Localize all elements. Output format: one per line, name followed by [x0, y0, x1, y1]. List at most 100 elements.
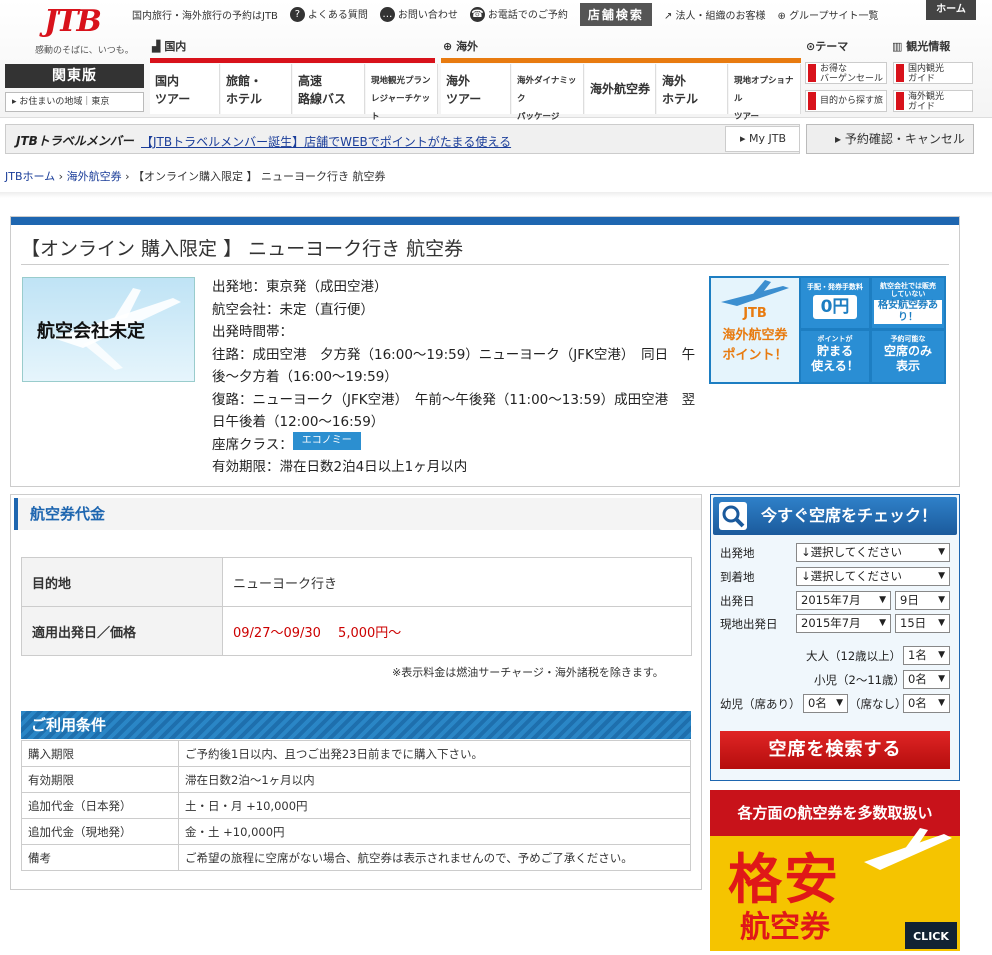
cond-label: 追加代金（現地発）: [21, 818, 179, 845]
nav-domestic-tour[interactable]: 国内 ツアー: [150, 64, 220, 114]
cond-value: ご予約後1日以内、且つご出発23日前までに購入下さい。: [178, 740, 691, 767]
banner-sub-text: 航空券: [740, 910, 830, 945]
shop-search-button[interactable]: 店舗検索: [579, 2, 652, 26]
from-select[interactable]: ↓選択してください: [796, 543, 950, 562]
infant-label: 幼児（席あり）: [720, 697, 801, 711]
infant-noseat-select[interactable]: 0名: [903, 694, 950, 713]
contact-link[interactable]: … お問い合わせ: [379, 6, 458, 23]
chevron-circle-icon: ⊙: [806, 40, 816, 53]
price-heading: 航空券代金: [14, 498, 701, 530]
domestic-bar: [150, 58, 435, 63]
dest-value: ニューヨーク行き: [222, 557, 692, 607]
theme-header[interactable]: ⊙テーマ: [806, 38, 848, 58]
logo-tagline: 感動のそばに、いつも。: [35, 46, 134, 56]
home-button[interactable]: ホーム: [926, 0, 976, 20]
question-icon: ?: [289, 7, 305, 23]
date-label: 適用出発日／価格: [21, 606, 223, 656]
jtb-logo[interactable]: JTB: [44, 4, 104, 42]
cond-value: 滞在日数2泊～1ヶ月以内: [178, 766, 691, 793]
time-label: 出発時間帯：: [212, 324, 293, 340]
nav-dynamic-package[interactable]: 海外ダイナミック パッケージ: [512, 64, 584, 122]
nav-domestic-guide[interactable]: 国内観光 ガイド: [893, 62, 973, 84]
breadcrumb-home[interactable]: JTBホーム: [5, 170, 55, 183]
search-icon: [719, 502, 747, 530]
table-row: 購入期限 ご予約後1日以内、且つご出発23日前までに購入下さい。: [21, 740, 691, 767]
myjtb-button[interactable]: ▸ My JTB: [725, 126, 800, 152]
destination-table: 目的地 ニューヨーク行き 適用出発日／価格 09/27～09/30 5,000円～: [21, 557, 692, 656]
seat-cell: 予約可能な 空席のみ 表示: [872, 331, 944, 382]
child-label: 小児（2～11歳）: [814, 673, 905, 687]
breadcrumb: JTBホーム › 海外航空券 › 【オンライン購入限定 】 ニューヨーク行き 航…: [5, 170, 386, 183]
table-row: 追加代金（現地発） 金・土 +10,000円: [21, 818, 691, 845]
member-bar: JTBトラベルメンバー 【JTBトラベルメンバー誕生】店舗でWEBでポイントがた…: [5, 124, 800, 154]
nav-int-tour[interactable]: 海外 ツアー: [441, 64, 511, 114]
speech-bubble-icon: …: [379, 7, 395, 23]
cond-value: 金・土 +10,000円: [178, 818, 691, 845]
table-row: 適用出発日／価格 09/27～09/30 5,000円～: [21, 606, 692, 656]
child-select[interactable]: 0名: [903, 670, 950, 689]
faq-link[interactable]: ? よくある質問: [289, 6, 368, 23]
cond-value: 土・日・月 +10,000円: [178, 792, 691, 819]
nav-int-hotel[interactable]: 海外 ホテル: [657, 64, 728, 114]
local-month-select[interactable]: 2015年7月: [796, 614, 891, 633]
date-day-select[interactable]: 9日: [895, 591, 950, 610]
nav-purpose[interactable]: 目的から探す旅: [805, 90, 887, 112]
breadcrumb-air[interactable]: 海外航空券: [67, 170, 122, 183]
divider: [0, 192, 992, 198]
title-divider: [21, 264, 949, 265]
points-title1: JTB: [743, 306, 767, 321]
adult-label: 大人（12歳以上）: [806, 649, 902, 663]
nav-leisure-ticket[interactable]: 現地観光プラン レジャーチケット: [366, 64, 438, 122]
sightseeing-header: ▥ 観光情報: [892, 40, 951, 53]
corporate-link[interactable]: ↗ 法人・組織のお客様: [664, 7, 766, 22]
table-row: 備考 ご希望の旅程に空席がない場合、航空券は表示されませんので、予めご了承ください…: [21, 844, 691, 871]
seat-class-badge: エコノミー: [292, 431, 361, 450]
click-button[interactable]: CLICK: [905, 922, 957, 949]
date-label: 出発日: [720, 594, 755, 608]
nav-int-guide[interactable]: 海外観光 ガイド: [893, 90, 973, 112]
nav-optional-tour[interactable]: 現地オプショナル ツアー: [729, 64, 801, 122]
to-select[interactable]: ↓選択してください: [796, 567, 950, 586]
airline-undecided-label: 航空会社未定: [37, 321, 145, 342]
airline-info: 航空会社：未定（直行便）: [212, 301, 374, 318]
search-heading: 今すぐ空席をチェック！: [713, 497, 957, 535]
departure-info: 出発地：東京発（成田空港）: [212, 279, 388, 295]
region-label: 関東版: [5, 64, 144, 88]
page-title: 【オンライン 購入限定 】 ニューヨーク行き 航空券: [21, 238, 464, 260]
points-title2: 海外航空券 ポイント！: [722, 328, 788, 363]
date-month-select[interactable]: 2015年7月: [796, 591, 891, 610]
fee-cell: 手配・発券手数料 0円: [801, 278, 869, 328]
cond-label: 備考: [21, 844, 179, 871]
from-label: 出発地: [720, 546, 755, 560]
reservation-button[interactable]: ▸ 予約確認・キャンセル: [806, 124, 974, 154]
points-cell: ポイントが 貯まる 使える！: [801, 331, 869, 382]
nav-domestic-hotel[interactable]: 旅館・ ホテル: [221, 64, 292, 114]
adult-select[interactable]: 1名: [903, 646, 950, 665]
member-link[interactable]: 【JTBトラベルメンバー誕生】店舗でWEBでポイントがたまる使える: [141, 133, 511, 150]
table-row: 目的地 ニューヨーク行き: [21, 557, 692, 607]
cond-label: 有効期限: [21, 766, 179, 793]
infant-seat-select[interactable]: 0名: [803, 694, 848, 713]
table-row: 有効期限 滞在日数2泊～1ヶ月以内: [21, 766, 691, 793]
cheap-cell: 航空会社では販売していない 格安航空券あり！: [872, 278, 944, 328]
site-tagline: 国内旅行・海外旅行の予約はJTB: [132, 10, 278, 22]
price-note: ※表示料金は燃油サーチャージ・海外諸税を除きます。: [392, 666, 664, 679]
cond-value: ご希望の旅程に空席がない場合、航空券は表示されませんので、予めご了承ください。: [178, 844, 691, 871]
domestic-header: ▟ 国内: [152, 40, 187, 53]
nav-bus[interactable]: 高速 路線バス: [293, 64, 365, 114]
search-button[interactable]: 空席を検索する: [720, 731, 950, 769]
region-selector[interactable]: ▸ お住まいの地域｜東京: [5, 92, 144, 112]
to-label: 到着地: [720, 570, 755, 584]
seat-class-row: 座席クラス： エコノミー: [212, 431, 698, 457]
local-day-select[interactable]: 15日: [895, 614, 950, 633]
flight-details: 出発地：東京発（成田空港） 航空会社：未定（直行便） 出発時間帯： 往路：成田空…: [212, 276, 698, 479]
nav-bargain[interactable]: お得な バーゲンセール: [805, 62, 887, 84]
plane-icon: [864, 828, 952, 870]
group-link[interactable]: ⊕ グループサイト一覧: [778, 7, 879, 22]
phone-link[interactable]: ☎ お電話でのご予約: [469, 6, 568, 23]
nav-air-ticket[interactable]: 海外航空券: [585, 64, 656, 114]
cond-label: 追加代金（日本発）: [21, 792, 179, 819]
noseat-label: （席なし）: [849, 697, 907, 711]
building-icon: ▟: [152, 40, 161, 53]
outbound-info: 往路：成田空港 夕方発（16:00～19:59）ニューヨーク（JFK空港） 同日…: [212, 346, 696, 386]
